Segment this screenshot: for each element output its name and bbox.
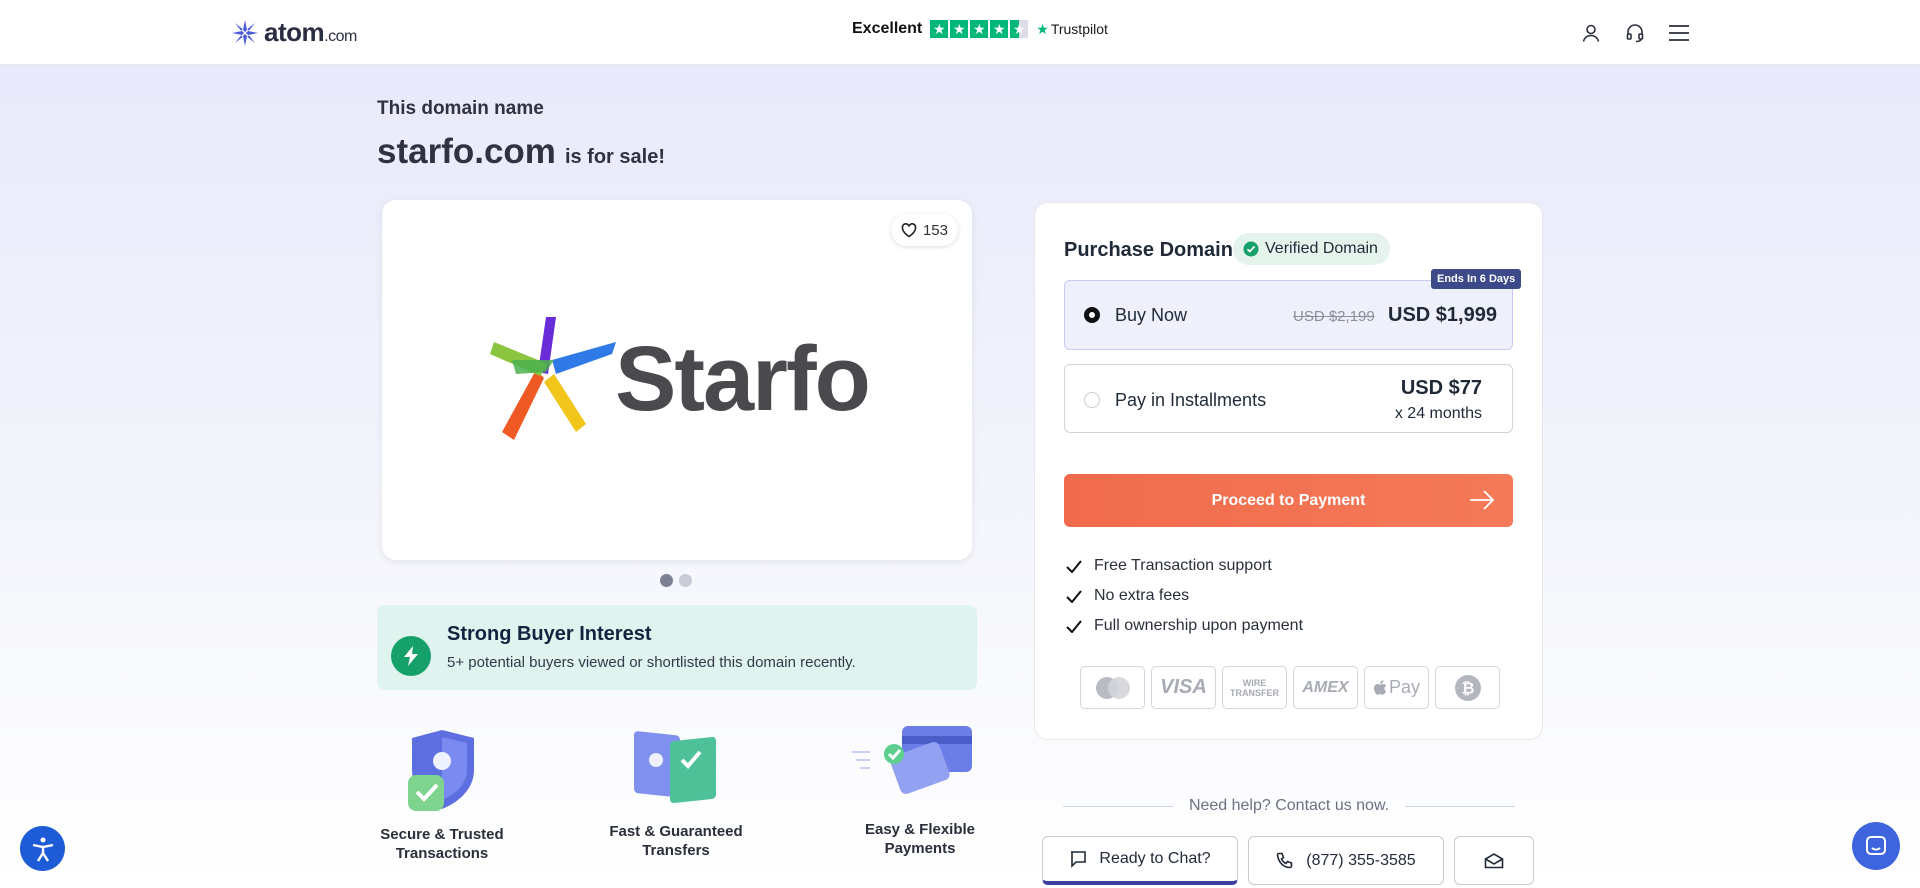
half-star-icon: ★ [1010,20,1029,38]
message-icon [1866,836,1886,855]
installments-term: x 24 months [1394,405,1482,422]
email-button[interactable] [1454,836,1534,885]
brand-wordmark: Starfo [615,328,871,430]
carousel-dot[interactable] [660,574,673,587]
header-actions [1578,20,1692,46]
feature-line-1: Secure & Trusted [380,826,504,843]
help-label: Need help? Contact us now. [1188,797,1390,814]
proceed-label: Proceed to Payment [1211,491,1366,509]
live-chat-button[interactable] [1852,822,1900,870]
installments-option[interactable]: Pay in Installments USD $77 x 24 months [1064,364,1513,433]
help-divider: Need help? Contact us now. [1063,797,1516,815]
benefit-item: No extra fees [1066,587,1189,605]
trust-brand: Trustpilot [1050,21,1108,37]
benefit-label: Full ownership upon payment [1094,617,1304,634]
check-badge-icon [1243,241,1259,257]
purchase-title: Purchase Domain [1064,239,1233,261]
installments-label: Pay in Installments [1115,390,1267,410]
brand-logo: Starfo [486,312,871,447]
like-button[interactable]: 153 [890,214,958,246]
verified-label: Verified Domain [1265,240,1378,257]
purchase-card: Purchase Domain Verified Domain Buy Now … [1034,202,1543,740]
trustpilot-widget[interactable]: Excellent ★ ★ ★ ★ ★ ★ Trustpilot [852,20,1108,38]
heart-icon [901,222,917,237]
atom-logo-icon [232,19,258,46]
check-icon [1066,589,1082,603]
like-count: 153 [922,221,948,239]
user-icon[interactable] [1578,20,1604,46]
arrow-right-icon [1470,490,1495,510]
phone-icon [1276,852,1293,868]
credit-cards-icon [852,726,972,794]
feature-secure: Secure & Trusted Transactions [377,725,507,865]
benefit-item: Free Transaction support [1066,557,1272,575]
buyer-interest-banner: Strong Buyer Interest 5+ potential buyer… [377,605,977,690]
feature-payments: Easy & Flexible Payments [850,722,990,862]
buy-now-price: USD $1,999 [1388,304,1497,326]
phone-number: (877) 355-3585 [1306,851,1416,869]
svg-text:₿: ₿ [1461,679,1474,697]
menu-icon[interactable] [1666,20,1692,46]
starfo-star-icon [490,317,616,440]
shield-check-icon [408,730,474,811]
domain-image-card[interactable]: 153 Starfo [382,200,972,560]
headset-icon[interactable] [1622,20,1648,46]
feature-line-1: Fast & Guaranteed [609,823,743,840]
apple-pay-icon: Pay [1364,666,1429,709]
star-icon: ★ [990,20,1009,38]
verified-badge: Verified Domain [1233,233,1390,265]
feature-line-2: Payments [884,840,956,857]
buy-now-option[interactable]: Buy Now USD $2,199 USD $1,999 [1064,280,1513,350]
wire-transfer-icon: WIRE TRANSFER [1222,666,1287,709]
trust-label: Excellent [852,20,923,37]
feature-line-2: Transfers [642,842,710,859]
lightning-icon [391,636,431,676]
phone-button[interactable]: (877) 355-3585 [1248,836,1444,885]
chat-icon [1071,851,1087,868]
logo-name: atom [264,17,325,47]
chat-button[interactable]: Ready to Chat? [1042,836,1238,885]
for-sale-suffix: is for sale! [564,146,665,168]
ends-badge: Ends In 6 Days [1431,269,1522,289]
check-icon [1066,559,1082,573]
star-icon: ★ [930,20,949,38]
accessibility-icon [32,837,53,862]
benefit-label: Free Transaction support [1094,557,1272,574]
proceed-to-payment-button[interactable]: Proceed to Payment [1064,474,1513,527]
transfer-folders-icon [634,731,716,803]
domain-name: starfo.com [377,132,556,171]
installments-radio[interactable] [1084,392,1100,408]
benefit-label: No extra fees [1094,587,1190,604]
mastercard-icon [1080,666,1145,709]
bitcoin-icon: ₿ [1435,666,1500,709]
buy-now-old-price: USD $2,199 [1293,308,1375,325]
chat-label: Ready to Chat? [1099,850,1211,867]
feature-fast: Fast & Guaranteed Transfers [606,722,746,862]
domain-title: starfo.com is for sale! [377,132,665,172]
payment-methods: VISA WIRE TRANSFER AMEX Pay ₿ [1080,666,1500,709]
trustpilot-star-icon: ★ [1036,20,1049,37]
star-icon: ★ [950,20,969,38]
trust-stars: ★ ★ ★ ★ ★ [930,20,1029,38]
visa-icon: VISA [1151,666,1216,709]
carousel-dot[interactable] [679,574,692,587]
top-header: atom.com Excellent ★ ★ ★ ★ ★ ★ Trustpilot [0,0,1920,65]
site-logo[interactable]: atom.com [230,17,357,48]
mail-icon [1484,852,1504,868]
installments-price: USD $77 [1400,377,1482,399]
carousel-dots [660,574,692,587]
buy-now-label: Buy Now [1115,305,1188,325]
interest-subtitle: 5+ potential buyers viewed or shortliste… [447,654,856,671]
feature-line-1: Easy & Flexible [864,821,976,838]
accessibility-button[interactable] [20,826,65,871]
domain-pre-title: This domain name [377,98,544,119]
interest-title: Strong Buyer Interest [447,623,652,645]
buy-now-radio[interactable] [1084,307,1100,323]
star-icon: ★ [970,20,989,38]
logo-tld: .com [324,28,357,45]
benefit-item: Full ownership upon payment [1066,617,1303,635]
check-icon [1066,619,1082,633]
feature-line-2: Transactions [395,845,489,862]
amex-icon: AMEX [1293,666,1358,709]
